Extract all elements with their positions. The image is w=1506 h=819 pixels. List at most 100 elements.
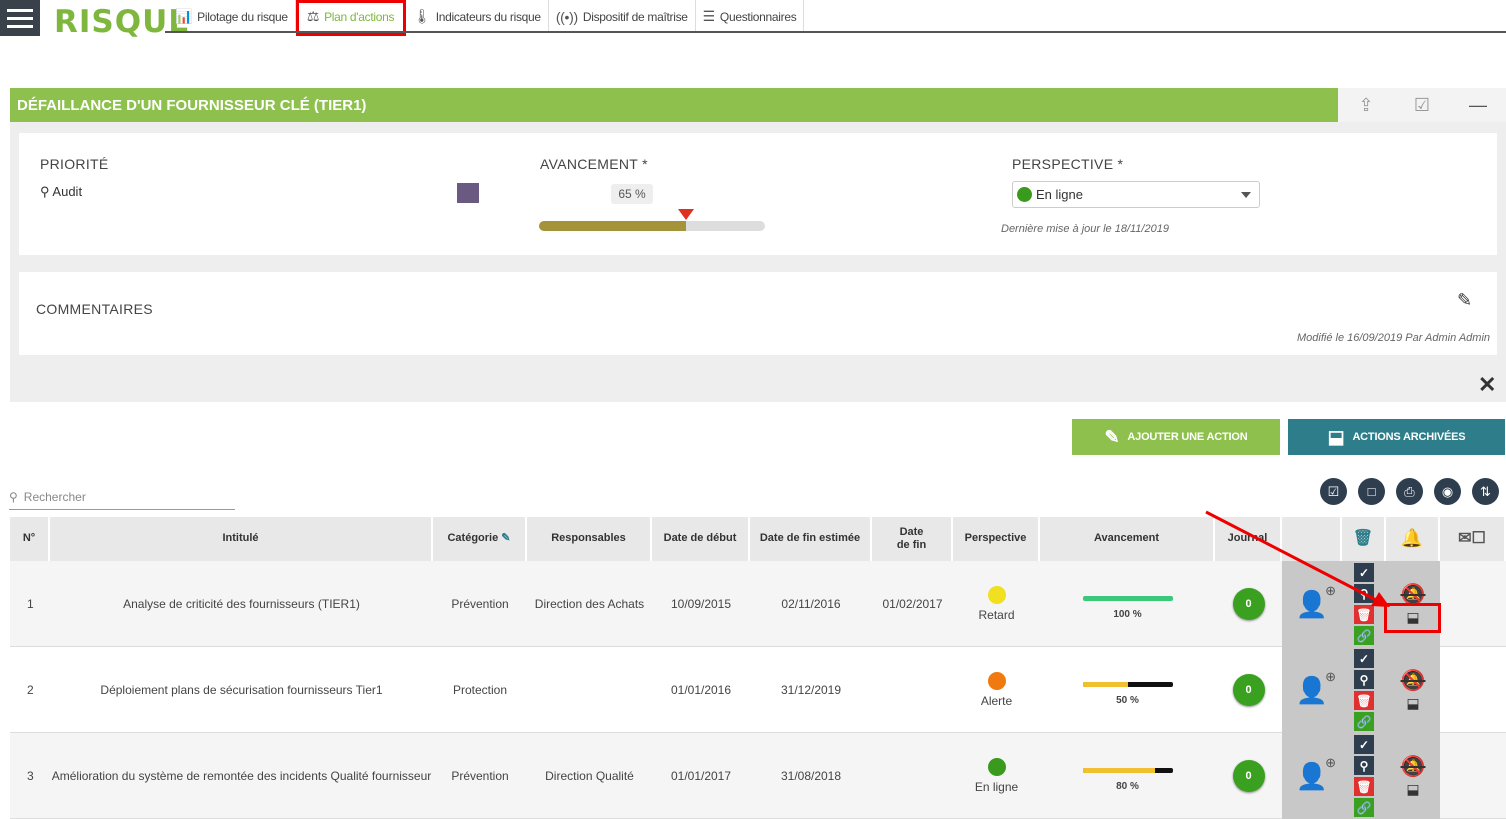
journal-badge[interactable]: 0	[1232, 674, 1265, 706]
sort-icon[interactable]: ⇅	[1472, 478, 1499, 505]
row-alert-stack: 🔕 ⬓	[1401, 647, 1426, 733]
search-icon: ⚲	[9, 490, 18, 504]
col-category[interactable]: Catégorie ✎	[433, 517, 527, 561]
progress-bar	[1082, 768, 1173, 773]
main-nav: 📊 Pilotage du risque ⚖ Plan d'actions 🌡 …	[168, 0, 805, 36]
row-category: Prévention	[451, 597, 509, 611]
plus-icon: ⊕	[1325, 669, 1336, 684]
priority-color-swatch	[457, 183, 479, 203]
zoom-icon[interactable]: ⚲	[1354, 670, 1374, 689]
archived-actions-button[interactable]: ⬓ ACTIONS ARCHIVÉES	[1288, 419, 1505, 455]
col-start[interactable]: Date de début	[652, 517, 750, 561]
priority-text: Audit	[52, 184, 83, 199]
col-owners[interactable]: Responsables	[527, 517, 652, 561]
table-row[interactable]: 3 Amélioration du système de remontée de…	[10, 733, 1506, 819]
zoom-icon[interactable]: ⚲	[1354, 756, 1374, 775]
row-perspective: En ligne	[953, 733, 1040, 819]
check-icon[interactable]: ✓	[1354, 649, 1374, 668]
progress-label: AVANCEMENT *	[540, 156, 648, 172]
add-action-button[interactable]: ✎ AJOUTER UNE ACTION	[1072, 419, 1280, 455]
progress-marker[interactable]	[678, 209, 694, 220]
people-icon: ⚖	[306, 8, 320, 24]
annotation-arrow	[1205, 510, 1390, 607]
check-all-icon[interactable]: ☑	[1320, 478, 1347, 505]
add-owner-icon[interactable]: 👤 ⊕	[1282, 733, 1342, 819]
archive-icon[interactable]: ⬓	[1406, 781, 1419, 798]
link-icon[interactable]: 🔗	[1354, 798, 1374, 817]
col-est-end[interactable]: Date de fin estimée	[750, 517, 872, 561]
comments-card	[19, 272, 1497, 355]
thermometer-icon: 🌡	[413, 8, 431, 24]
nav-pilotage[interactable]: 📊 Pilotage du risque	[168, 0, 296, 33]
row-action-stack: ✓ ⚲ 🗑 🔗	[1354, 733, 1374, 819]
nav-questionnaires[interactable]: ☰ Questionnaires	[696, 0, 805, 33]
table-row[interactable]: 2 Déploiement plans de sécurisation four…	[10, 647, 1506, 733]
print-icon[interactable]: ⎙	[1396, 478, 1423, 505]
row-title[interactable]: Déploiement plans de sécurisation fourni…	[50, 647, 433, 733]
perspective-label: PERSPECTIVE *	[1012, 156, 1124, 172]
col-end[interactable]: Date de fin	[872, 517, 953, 561]
col-perspective[interactable]: Perspective	[953, 517, 1040, 561]
collapse-icon[interactable]: —	[1450, 95, 1506, 116]
delete-icon[interactable]: 🗑	[1354, 777, 1374, 796]
add-action-label: AJOUTER UNE ACTION	[1127, 431, 1248, 443]
priority-label: PRIORITÉ	[40, 156, 109, 172]
archive-icon[interactable]: ⬓	[1406, 695, 1419, 712]
progress-value: 65 %	[611, 184, 653, 204]
nav-indicateurs[interactable]: 🌡 Indicateurs du risque	[406, 0, 549, 33]
uncheck-all-icon[interactable]: □	[1358, 478, 1385, 505]
row-progress: 50 %	[1040, 647, 1215, 733]
perspective-text: Alerte	[980, 694, 1013, 708]
row-progress: 80 %	[1040, 733, 1215, 819]
chart-icon: 📊	[175, 8, 193, 24]
row-est-end: 31/08/2018	[780, 769, 842, 783]
status-dot	[987, 586, 1006, 604]
col-title[interactable]: Intitulé	[50, 517, 433, 561]
upload-icon[interactable]: ⇪	[1338, 95, 1394, 116]
bell-off-icon[interactable]: 🔕	[1401, 754, 1426, 779]
row-end: 01/02/2017	[882, 597, 943, 611]
priority-value[interactable]: ⚲ Audit	[40, 184, 82, 200]
progress-text: 50 %	[1116, 695, 1139, 706]
add-owner-icon[interactable]: 👤 ⊕	[1282, 647, 1342, 733]
edit-icon[interactable]: ✎	[1457, 290, 1472, 311]
col-progress[interactable]: Avancement	[1040, 517, 1215, 561]
bell-off-icon[interactable]: 🔕	[1401, 668, 1426, 693]
journal-badge[interactable]: 0	[1232, 760, 1265, 792]
row-start: 10/09/2015	[670, 597, 732, 611]
perspective-select[interactable]: En ligne	[1012, 181, 1260, 208]
nav-dispositif[interactable]: ((•)) Dispositif de maîtrise	[549, 0, 696, 33]
row-mail-cell	[1440, 561, 1506, 647]
table-tools: ☑ □ ⎙ ◉ ⇅	[1320, 478, 1499, 505]
link-icon[interactable]: 🔗	[1354, 626, 1374, 645]
perspective-text: En ligne	[974, 780, 1019, 794]
menu-icon[interactable]	[0, 0, 40, 36]
row-owners	[527, 647, 652, 733]
col-num[interactable]: N°	[10, 517, 50, 561]
row-title[interactable]: Analyse de criticité des fournisseurs (T…	[50, 561, 433, 647]
row-perspective: Alerte	[953, 647, 1040, 733]
row-alert-stack: 🔕 ⬓	[1401, 733, 1426, 819]
progress-bar-fill	[1082, 596, 1173, 601]
check-icon[interactable]: ✓	[1354, 735, 1374, 754]
row-title[interactable]: Amélioration du système de remontée des …	[50, 733, 433, 819]
progress-bar[interactable]	[539, 221, 765, 231]
row-num: 1	[27, 597, 34, 611]
status-dot	[987, 758, 1006, 776]
delete-icon[interactable]: 🗑	[1354, 691, 1374, 710]
comments-label: COMMENTAIRES	[36, 301, 153, 317]
progress-bar-fill	[1082, 682, 1128, 687]
calendar-check-icon[interactable]: ☑	[1394, 95, 1450, 116]
mail-icon[interactable]: ✉☐	[1440, 517, 1506, 561]
progress-bar-fill	[1082, 768, 1155, 773]
row-start: 01/01/2016	[670, 683, 732, 697]
hide-icon[interactable]: ◉	[1434, 478, 1461, 505]
link-icon[interactable]: 🔗	[1354, 712, 1374, 731]
nav-label: Plan d'actions	[324, 9, 395, 24]
archive-icon: ⬓	[1327, 426, 1345, 447]
close-icon[interactable]: ✕	[1478, 372, 1496, 398]
progress-bar-fill	[539, 221, 686, 231]
signal-icon: ((•))	[555, 8, 578, 25]
pencil-icon: ✎	[1104, 426, 1120, 447]
search-input[interactable]: ⚲ Rechercher	[9, 485, 235, 510]
